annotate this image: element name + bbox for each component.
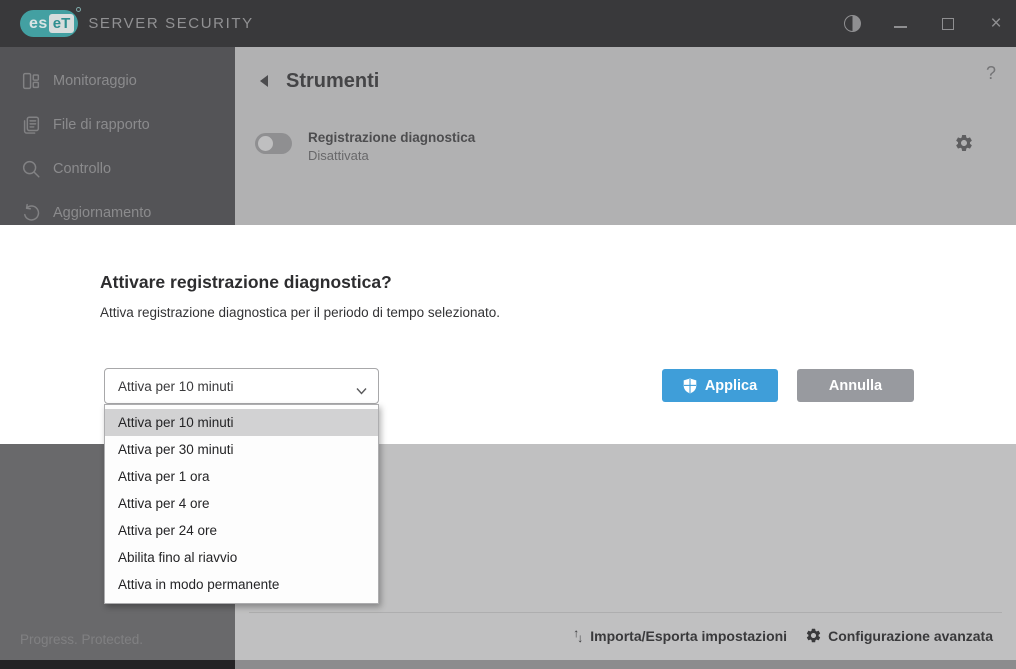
contrast-icon [844,15,861,32]
dropdown-option[interactable]: Abilita fino al riavvio [105,544,378,571]
toggle-text: Registrazione diagnostica Disattivata [308,130,475,163]
apply-button-label: Applica [705,378,757,394]
dashboard-icon [20,70,42,92]
titlebar: es eT SERVER SECURITY × [0,0,1016,47]
eset-logo: es eT [20,10,78,37]
sidebar-item-label: Monitoraggio [53,73,137,89]
sidebar-item-controllo[interactable]: Controllo [0,147,235,191]
dialog-buttons: Applica Annulla [662,369,914,402]
registered-trademark-icon [76,7,81,12]
magnifier-icon [20,158,42,180]
close-button[interactable]: × [976,0,1016,47]
import-export-label: Importa/Esporta impostazioni [590,628,787,644]
eset-logo-text-left: es [29,15,48,33]
gear-icon [954,133,974,153]
sidebar-item-label: File di rapporto [53,117,150,133]
app-window: es eT SERVER SECURITY × Monitoraggio Fil… [0,0,1016,669]
help-button[interactable]: ? [986,63,996,84]
product-name: SERVER SECURITY [88,15,253,32]
bottom-strip-main [235,660,1016,669]
sidebar-item-monitoraggio[interactable]: Monitoraggio [0,59,235,103]
eset-logo-text-right: eT [49,14,75,33]
sidebar-item-label: Controllo [53,161,111,177]
bottom-strip-sidebar [0,660,235,669]
footer-divider [249,612,1002,613]
diagnostic-logging-toggle[interactable] [255,133,292,154]
sidebar-item-file-di-rapporto[interactable]: File di rapporto [0,103,235,147]
dropdown-option[interactable]: Attiva in modo permanente [105,571,378,598]
dropdown-option[interactable]: Attiva per 1 ora [105,463,378,490]
import-export-link[interactable]: ↑↓ Importa/Esporta impostazioni [573,628,787,644]
eset-logo-pill: es eT [20,10,78,37]
chevron-down-icon [356,382,367,390]
maximize-button[interactable] [928,0,968,47]
back-button[interactable] [260,74,274,88]
dialog-description: Attiva registrazione diagnostica per il … [100,305,500,320]
maximize-icon [942,18,954,30]
advanced-setup-label: Configurazione avanzata [828,628,993,644]
dropdown-option[interactable]: Attiva per 30 minuti [105,436,378,463]
sidebar-item-label: Aggiornamento [53,205,151,221]
toggle-status: Disattivata [308,148,475,163]
advanced-setup-link[interactable]: Configurazione avanzata [805,627,993,644]
duration-dropdown-list: Attiva per 10 minuti Attiva per 30 minut… [104,404,379,604]
dropdown-option[interactable]: Attiva per 24 ore [105,517,378,544]
import-export-icon: ↑↓ [573,630,583,642]
minimize-icon [894,26,907,28]
sidebar-item-aggiornamento[interactable]: Aggiornamento [0,191,235,225]
window-controls: × [832,0,1016,47]
shield-icon [683,378,697,394]
apply-button[interactable]: Applica [662,369,778,402]
page-header: Strumenti ? [235,61,1016,101]
cancel-button[interactable]: Annulla [797,369,914,402]
cancel-button-label: Annulla [829,378,882,394]
duration-select-value: Attiva per 10 minuti [118,379,234,394]
footer-actions: ↑↓ Importa/Esporta impostazioni Configur… [573,627,993,644]
dialog-title: Attivare registrazione diagnostica? [100,272,392,293]
sidebar: Monitoraggio File di rapporto Controllo … [0,47,235,225]
page-title: Strumenti [286,70,379,93]
diagnostic-logging-row: Registrazione diagnostica Disattivata [255,130,475,163]
tagline: Progress. Protected. [20,632,143,647]
dropdown-option[interactable]: Attiva per 4 ore [105,490,378,517]
toggle-label: Registrazione diagnostica [308,130,475,145]
toggle-knob [258,136,273,151]
minimize-button[interactable] [880,0,920,47]
refresh-icon [20,202,42,224]
theme-contrast-button[interactable] [832,0,872,47]
gear-icon [805,627,822,644]
main-content: Strumenti ? Registrazione diagnostica Di… [235,47,1016,225]
back-icon [260,75,268,87]
duration-select[interactable]: Attiva per 10 minuti [104,368,379,404]
report-files-icon [20,114,42,136]
diagnostic-settings-button[interactable] [954,133,974,153]
dropdown-option[interactable]: Attiva per 10 minuti [105,409,378,436]
